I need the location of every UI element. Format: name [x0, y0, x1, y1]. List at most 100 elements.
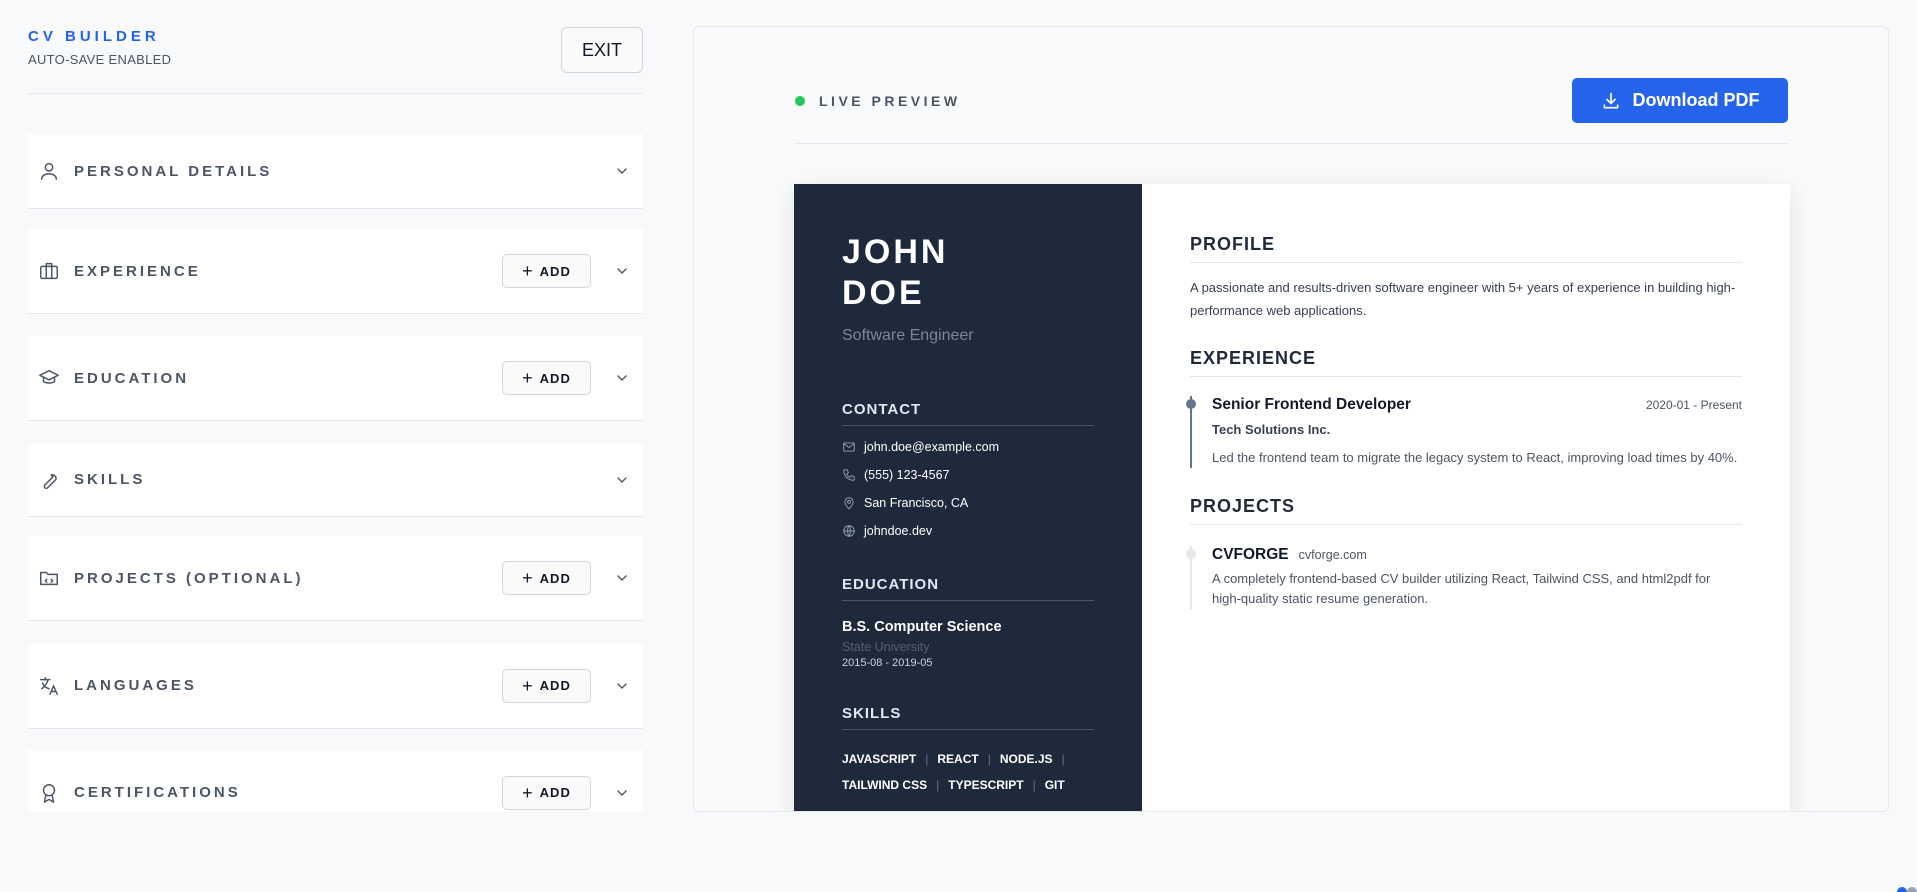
education-dates: 2015-08 - 2019-05: [842, 657, 933, 669]
job-company: Tech Solutions Inc.: [1212, 422, 1331, 437]
add-experience-button[interactable]: + ADD: [502, 254, 591, 288]
chevron-down-icon[interactable]: [613, 569, 631, 587]
skill-item: NODE.JS: [999, 752, 1053, 766]
section-education[interactable]: EDUCATION + ADD: [28, 336, 643, 421]
skill-separator: |: [987, 752, 991, 766]
resume-page: JOHN DOE Software Engineer CONTACT john.…: [794, 184, 1790, 811]
resume-sidebar: JOHN DOE Software Engineer CONTACT john.…: [794, 184, 1142, 811]
map-pin-icon: [844, 497, 854, 510]
education-degree: B.S. Computer Science: [842, 619, 1002, 635]
contact-email: john.doe@example.com: [842, 440, 1094, 454]
project-item: CVFORGE cvforge.com A completely fronten…: [1186, 546, 1742, 609]
project-url: cvforge.com: [1298, 548, 1367, 562]
resume-main: PROFILE A passionate and results-driven …: [1142, 184, 1790, 811]
add-project-button[interactable]: + ADD: [502, 561, 591, 595]
editor-panel: CV BUILDER AUTO-SAVE ENABLED EXIT PERSON…: [28, 0, 643, 812]
section-personal-details[interactable]: PERSONAL DETAILS: [28, 134, 643, 209]
skill-item: GIT: [1044, 778, 1065, 792]
skills-heading: SKILLS: [842, 705, 1094, 730]
add-certification-button[interactable]: + ADD: [502, 775, 591, 810]
contact-website: johndoe.dev: [842, 524, 1094, 538]
contact-heading: CONTACT: [842, 401, 1094, 426]
education-heading: EDUCATION: [842, 576, 1094, 601]
download-label: Download PDF: [1632, 90, 1760, 110]
add-label: ADD: [539, 785, 571, 800]
skill-separator: |: [925, 752, 929, 766]
section-languages[interactable]: LANGUAGES + ADD: [28, 643, 643, 729]
add-label: ADD: [539, 370, 571, 386]
wrench-icon: [38, 469, 60, 491]
contact-phone-text: (555) 123-4567: [864, 468, 950, 482]
folder-code-icon: [38, 567, 60, 589]
divider: [28, 93, 643, 94]
live-status-dot: [795, 96, 805, 106]
skill-item: JAVASCRIPT: [842, 752, 917, 766]
experience-heading: EXPERIENCE: [1190, 348, 1742, 377]
section-label: EDUCATION: [74, 369, 190, 387]
chevron-down-icon[interactable]: [613, 677, 631, 695]
projects-heading: PROJECTS: [1190, 496, 1742, 525]
section-label: PROJECTS (OPTIONAL): [74, 569, 304, 587]
chevron-down-icon[interactable]: [613, 369, 631, 387]
contact-location-text: San Francisco, CA: [864, 496, 969, 510]
skill-separator: |: [1032, 778, 1036, 792]
preview-panel: LIVE PREVIEW Download PDF JOHN DOE Softw…: [693, 26, 1889, 812]
section-projects[interactable]: PROJECTS (OPTIONAL) + ADD: [28, 536, 643, 621]
chevron-down-icon[interactable]: [613, 162, 631, 180]
timeline-dot: [1186, 399, 1196, 409]
chevron-down-icon[interactable]: [613, 471, 631, 489]
add-label: ADD: [539, 263, 571, 279]
live-preview-indicator: LIVE PREVIEW: [795, 93, 961, 109]
profile-heading: PROFILE: [1190, 234, 1742, 263]
section-certifications[interactable]: CERTIFICATIONS + ADD: [28, 750, 643, 812]
chevron-down-icon[interactable]: [613, 262, 631, 280]
project-description: A completely frontend-based CV builder u…: [1212, 571, 1711, 606]
plus-icon: +: [522, 568, 534, 588]
skill-item: REACT: [937, 752, 979, 766]
person-icon: [38, 160, 60, 182]
skill-separator: |: [1061, 752, 1065, 766]
contact-website-text: johndoe.dev: [864, 524, 933, 538]
briefcase-icon: [38, 260, 60, 282]
job-title: Senior Frontend Developer: [1212, 396, 1411, 413]
chevron-down-icon[interactable]: [613, 784, 631, 802]
plus-icon: +: [522, 675, 534, 696]
add-label: ADD: [539, 678, 571, 693]
section-label: EXPERIENCE: [74, 262, 201, 280]
plus-icon: +: [522, 782, 534, 803]
divider: [794, 143, 1788, 144]
graduation-cap-icon: [38, 367, 60, 389]
section-label: LANGUAGES: [74, 677, 197, 694]
award-icon: [38, 782, 60, 804]
app-title: CV BUILDER: [28, 28, 160, 45]
skills-list: JAVASCRIPT | REACT | NODE.JS | TAILWIND CSS | TY…: [842, 746, 1094, 798]
phone-icon: [843, 469, 855, 481]
section-label: PERSONAL DETAILS: [74, 162, 273, 180]
add-label: ADD: [539, 570, 571, 586]
plus-icon: +: [522, 261, 534, 281]
plus-icon: +: [522, 368, 534, 388]
contact-location: San Francisco, CA: [842, 496, 1094, 510]
section-experience[interactable]: EXPERIENCE + ADD: [28, 229, 643, 314]
corner-badge: [1897, 887, 1917, 892]
profile-text: A passionate and results-driven software…: [1190, 280, 1736, 318]
live-preview-label: LIVE PREVIEW: [819, 93, 961, 109]
add-language-button[interactable]: + ADD: [502, 668, 591, 703]
globe-icon: [843, 525, 855, 537]
resume-name: JOHN DOE: [842, 232, 1094, 314]
add-education-button[interactable]: + ADD: [502, 361, 591, 395]
skill-item: TAILWIND CSS: [842, 778, 928, 792]
exit-button[interactable]: EXIT: [561, 27, 643, 73]
section-label: SKILLS: [74, 471, 146, 488]
autosave-status: AUTO-SAVE ENABLED: [28, 52, 172, 67]
skill-separator: |: [936, 778, 940, 792]
timeline-dot: [1186, 549, 1196, 559]
section-skills[interactable]: SKILLS: [28, 443, 643, 517]
experience-item: Senior Frontend Developer 2020-01 - Pres…: [1186, 396, 1742, 468]
job-dates: 2020-01 - Present: [1645, 398, 1742, 412]
last-name: DOE: [842, 274, 925, 312]
download-pdf-button[interactable]: Download PDF: [1572, 78, 1788, 123]
education-school: State University: [842, 640, 930, 654]
contact-phone: (555) 123-4567: [842, 468, 1094, 482]
first-name: JOHN: [842, 233, 949, 271]
